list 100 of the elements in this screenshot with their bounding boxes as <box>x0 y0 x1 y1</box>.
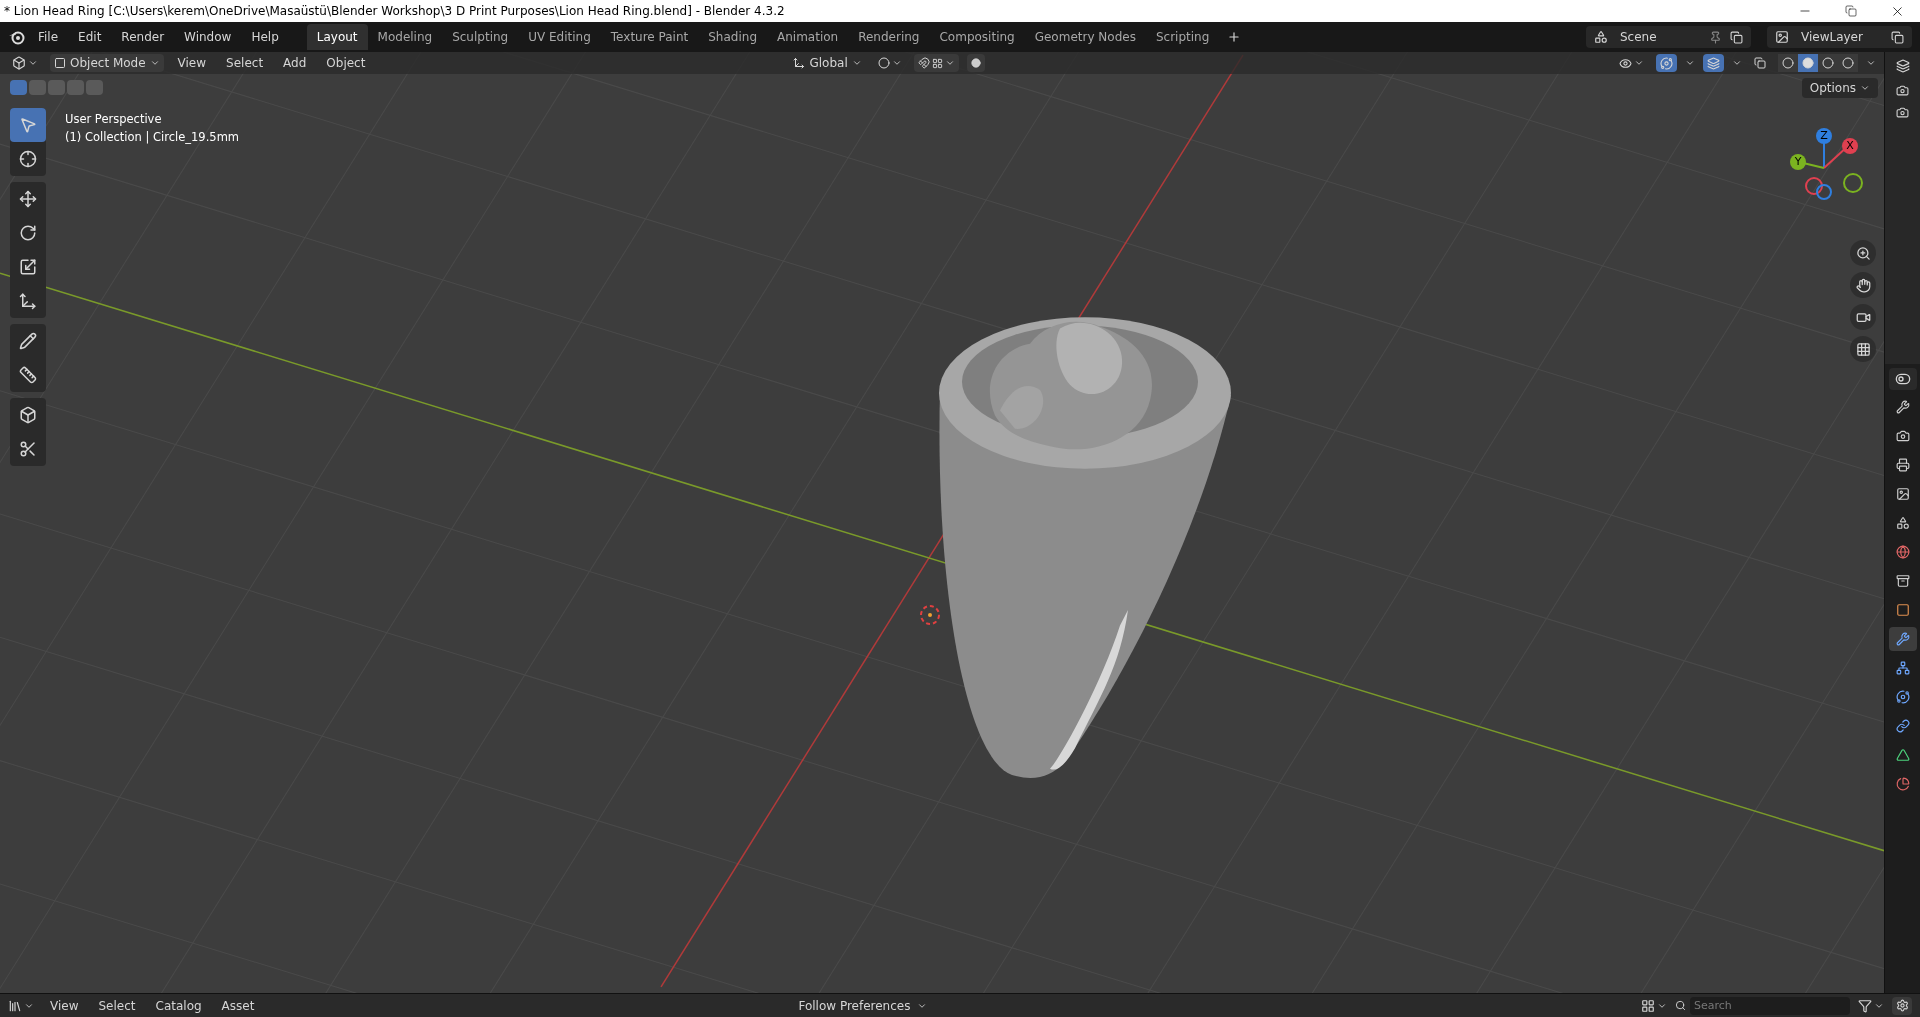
properties-tab[interactable] <box>1888 627 1917 651</box>
workspace-tab[interactable]: Texture Paint <box>600 24 699 50</box>
copy-icon <box>1891 30 1904 44</box>
box-icon <box>1895 574 1910 588</box>
view-layer-name: ViewLayer <box>1800 29 1864 46</box>
solid-shading-button[interactable] <box>1798 54 1818 72</box>
workspace-tab[interactable]: Layout <box>306 24 368 50</box>
workspace-tab[interactable]: Animation <box>767 24 849 50</box>
material-shading-button[interactable] <box>1818 54 1838 72</box>
toggle-button[interactable] <box>1888 368 1917 390</box>
orbit-icon <box>1895 690 1910 704</box>
menu-item[interactable]: Select <box>220 54 270 72</box>
orbit-icon <box>1660 56 1673 70</box>
options-dropdown[interactable]: Options <box>1801 78 1878 98</box>
triangle-icon <box>1895 748 1910 762</box>
mode-dropdown[interactable]: Object Mode <box>50 54 164 72</box>
caret-icon <box>1685 58 1695 68</box>
window-title: * Lion Head Ring [C:\Users\kerem\OneDrive\Masaüstü\Blender Workshop\3 D Print Purposes\Lion Head Ring.blend] - Blender 4.3.2 <box>3 3 785 20</box>
caret-icon <box>851 58 862 68</box>
toggle-icon <box>1894 371 1911 387</box>
menu-item[interactable]: Asset <box>217 996 259 1015</box>
3d-cursor-icon <box>918 603 942 627</box>
collection-label: (1) Collection | Circle_19.5mm <box>65 129 240 146</box>
dot-icon <box>970 58 981 68</box>
workspace-tab[interactable]: Shading <box>698 24 767 50</box>
cube-icon <box>19 406 37 424</box>
gizmo-toggle[interactable] <box>1656 54 1677 72</box>
editor-type-button[interactable] <box>8 998 34 1013</box>
caret-icon <box>1860 83 1870 93</box>
caret-icon <box>149 58 160 68</box>
caret-icon <box>1732 58 1742 68</box>
move-icon <box>19 190 37 208</box>
menu-item[interactable]: Object <box>320 54 372 72</box>
overlays-toggle[interactable] <box>1703 54 1724 72</box>
sphere-icon <box>1782 57 1794 69</box>
square-icon <box>1895 603 1910 617</box>
grid-icon <box>1641 998 1655 1013</box>
menu-item[interactable]: Window <box>176 25 240 49</box>
menu-item[interactable]: Add <box>277 54 313 72</box>
caret-icon <box>891 58 902 68</box>
caret-icon <box>1634 58 1644 68</box>
particles-icon <box>1895 661 1910 675</box>
menu-item[interactable]: Edit <box>70 25 110 49</box>
crosshair-icon <box>19 150 37 168</box>
view-layer-selector[interactable]: ViewLayer <box>1767 26 1912 48</box>
pointer-icon <box>19 116 37 134</box>
sphere-icon <box>1822 57 1834 69</box>
view-name: User Perspective <box>65 111 163 128</box>
menu-item[interactable]: Help <box>243 25 287 49</box>
workspace-tab[interactable]: Rendering <box>848 24 930 50</box>
printer-icon <box>1895 458 1910 472</box>
snap-button[interactable] <box>913 54 959 72</box>
scene-icon <box>1594 30 1608 44</box>
pin-icon <box>1709 30 1722 44</box>
search-field[interactable]: Search <box>1690 996 1850 1015</box>
globe-icon <box>1895 545 1910 559</box>
rendered-shading-button[interactable] <box>1838 54 1858 72</box>
blender-logo-icon[interactable] <box>8 29 26 45</box>
scene-selector[interactable]: Scene <box>1586 26 1751 48</box>
camera-icon <box>1895 429 1910 443</box>
menu-item[interactable]: View <box>46 996 83 1015</box>
workspace-tab[interactable]: Compositing <box>929 24 1025 50</box>
layers-icon <box>1895 59 1910 73</box>
plus-icon <box>1227 30 1242 44</box>
display-mode-button[interactable] <box>1641 998 1667 1013</box>
scene-name: Scene <box>1619 29 1658 46</box>
viewport[interactable]: Object Mode View Select Add Object Global User Perspective (1) Collection | Circle_19.5mm Options Z X Y <box>0 52 1884 993</box>
proportional-edit-button[interactable] <box>966 54 985 72</box>
axes-icon <box>793 57 806 69</box>
preferences-dropdown[interactable]: Follow Preferences <box>790 996 936 1015</box>
rotate-icon <box>19 224 37 242</box>
shapes-icon <box>1895 516 1910 530</box>
xray-icon <box>1754 57 1766 69</box>
scissors-icon <box>19 440 37 458</box>
menu-item[interactable]: File <box>30 25 67 49</box>
magnet-icon <box>917 57 930 69</box>
wireframe-shading-button[interactable] <box>1778 54 1798 72</box>
grid-icon <box>931 57 943 69</box>
library-icon <box>8 998 22 1013</box>
tool-icon <box>1895 400 1910 414</box>
filter-button[interactable] <box>1858 998 1884 1013</box>
settings-button[interactable] <box>1892 996 1912 1015</box>
workspace-tab[interactable]: Modeling <box>367 24 443 50</box>
camera-icon <box>1896 83 1909 97</box>
menu-item[interactable]: Render <box>113 25 173 49</box>
workspace-tab[interactable]: Geometry Nodes <box>1024 24 1146 50</box>
menu-item[interactable]: Catalog <box>151 996 206 1015</box>
circle-icon <box>877 57 890 69</box>
copy-icon <box>1730 30 1743 44</box>
workspace-tab[interactable]: UV Editing <box>518 24 601 50</box>
caret-icon <box>28 58 38 68</box>
image-stack-icon <box>1895 487 1910 501</box>
transform-icon <box>19 292 37 310</box>
workspace-tab[interactable]: Sculpting <box>442 24 519 50</box>
orientation-dropdown[interactable]: Global <box>789 54 866 72</box>
workspace-tab[interactable]: Scripting <box>1145 24 1220 50</box>
menu-item[interactable]: View <box>171 54 213 72</box>
menu-item[interactable]: Select <box>94 996 140 1015</box>
eye-icon <box>1619 56 1632 70</box>
scale-icon <box>19 258 37 276</box>
